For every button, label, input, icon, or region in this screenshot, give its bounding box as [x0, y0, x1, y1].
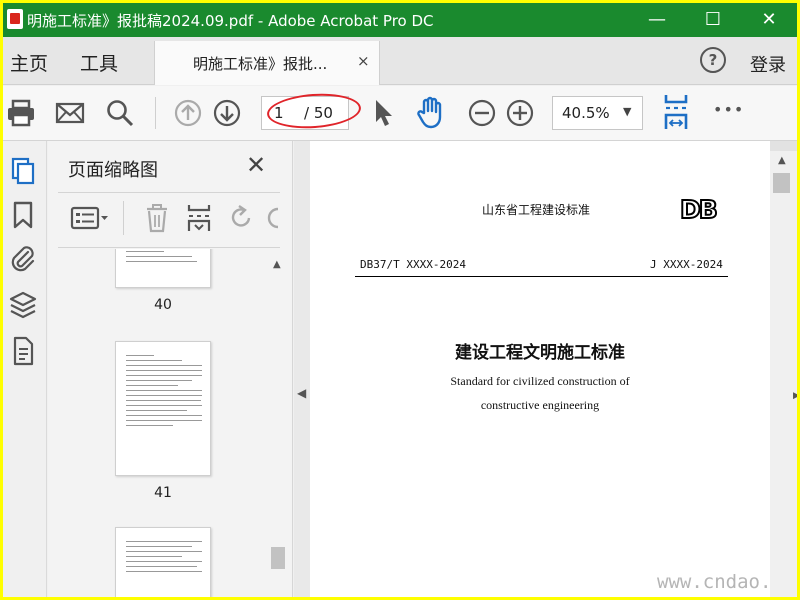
more-icon[interactable]: ••• — [713, 100, 744, 119]
page-thumbnails-icon[interactable] — [7, 155, 39, 187]
document-tab[interactable]: 明施工标准》报批... × — [154, 41, 380, 85]
zoom-select[interactable]: 40.5% ▼ — [552, 96, 643, 130]
search-icon[interactable] — [105, 98, 135, 128]
scroll-up-icon[interactable]: ▲ — [778, 155, 786, 166]
app-window: 明施工标准》报批稿2024.09.pdf - Adobe Acrobat Pro… — [3, 3, 797, 597]
maximize-button[interactable]: ☐ — [685, 3, 741, 37]
j-number: J XXXX-2024 — [650, 258, 723, 271]
panel-collapse-handle[interactable]: ◀ — [294, 141, 310, 597]
chevron-right-icon[interactable]: ▶ — [793, 391, 797, 401]
home-menu[interactable]: 主页 — [10, 49, 48, 76]
document-properties-icon[interactable] — [7, 335, 39, 367]
main-toolbar: 1 / 50 40.5% ▼ ••• — [3, 86, 797, 141]
mail-icon[interactable] — [55, 98, 85, 128]
split-handle[interactable] — [770, 141, 797, 151]
insert-page-icon[interactable] — [185, 203, 213, 233]
watermark: www.cndao.com — [657, 571, 770, 593]
document-subtitle-line2: constructive engineering — [480, 398, 600, 412]
tools-menu[interactable]: 工具 — [80, 49, 118, 76]
options-menu-icon[interactable] — [70, 203, 110, 233]
select-cursor-icon[interactable] — [371, 98, 395, 128]
acrobat-app-icon — [7, 9, 23, 29]
close-button[interactable]: ✕ — [741, 3, 797, 37]
chevron-down-icon[interactable]: ▼ — [623, 105, 631, 118]
rotate-left-icon[interactable] — [227, 203, 255, 233]
rotate-right-icon[interactable] — [266, 203, 280, 233]
delete-page-icon[interactable] — [143, 203, 171, 233]
header-rule — [355, 276, 728, 277]
scroll-up-icon[interactable]: ▲ — [273, 259, 281, 270]
document-tab-close-icon[interactable]: × — [357, 52, 370, 70]
thumbnails-list: 40 41 — [48, 249, 286, 597]
db-logo: DB — [679, 194, 719, 225]
minimize-button[interactable]: — — [629, 3, 685, 37]
scrollbar-thumb[interactable] — [271, 547, 285, 569]
document-tab-label: 明施工标准》报批... — [193, 55, 328, 73]
toolbar-separator — [155, 97, 156, 129]
print-icon[interactable] — [6, 98, 36, 128]
scrollbar-thumb[interactable] — [773, 173, 790, 193]
window-title: 明施工标准》报批稿2024.09.pdf - Adobe Acrobat Pro… — [27, 12, 434, 30]
panel-close-icon[interactable]: ✕ — [246, 151, 266, 179]
standard-number: DB37/T XXXX-2024 — [360, 258, 466, 271]
page-down-icon[interactable] — [212, 98, 242, 128]
zoom-in-icon[interactable] — [505, 98, 535, 128]
help-icon[interactable]: ? — [700, 47, 726, 73]
panel-toolbar-separator — [123, 201, 124, 235]
panel-divider — [58, 192, 280, 193]
login-button[interactable]: 登录 — [750, 51, 786, 77]
layers-icon[interactable] — [7, 289, 39, 321]
page-thumbnails-panel: 页面缩略图 ✕ 40 41 ▲ — [48, 141, 293, 597]
bookmark-icon[interactable] — [7, 199, 39, 231]
zoom-out-icon[interactable] — [467, 98, 497, 128]
panel-title: 页面缩略图 — [68, 160, 158, 181]
document-page: 山东省工程建设标准 DB DB37/T XXXX-2024 J XXXX-202… — [310, 141, 770, 597]
hand-icon[interactable] — [415, 95, 445, 129]
title-bar: 明施工标准》报批稿2024.09.pdf - Adobe Acrobat Pro… — [3, 3, 797, 37]
page-thumbnail[interactable] — [115, 527, 211, 597]
thumbnail-label: 40 — [154, 297, 172, 313]
page-thumbnail[interactable] — [115, 341, 211, 476]
page-up-icon[interactable] — [173, 98, 203, 128]
zoom-value: 40.5% — [562, 104, 610, 122]
page-thumbnail[interactable] — [115, 249, 211, 288]
document-header: 山东省工程建设标准 — [482, 203, 591, 217]
chevron-left-icon[interactable]: ◀ — [297, 386, 306, 400]
thumbnail-label: 41 — [154, 485, 172, 501]
document-scrollbar[interactable]: ▲ ▶ — [770, 141, 797, 597]
attachment-icon[interactable] — [7, 243, 39, 275]
panel-divider — [58, 247, 280, 248]
fit-page-icon[interactable] — [662, 93, 690, 131]
document-title: 建设工程文明施工标准 — [455, 343, 625, 363]
navigation-rail — [3, 141, 47, 597]
thumbnails-scrollbar[interactable]: ▲ — [269, 249, 286, 597]
document-subtitle-line1: Standard for civilized construction of — [450, 374, 630, 388]
tab-bar: 主页 工具 明施工标准》报批... × ? 登录 — [3, 37, 797, 85]
